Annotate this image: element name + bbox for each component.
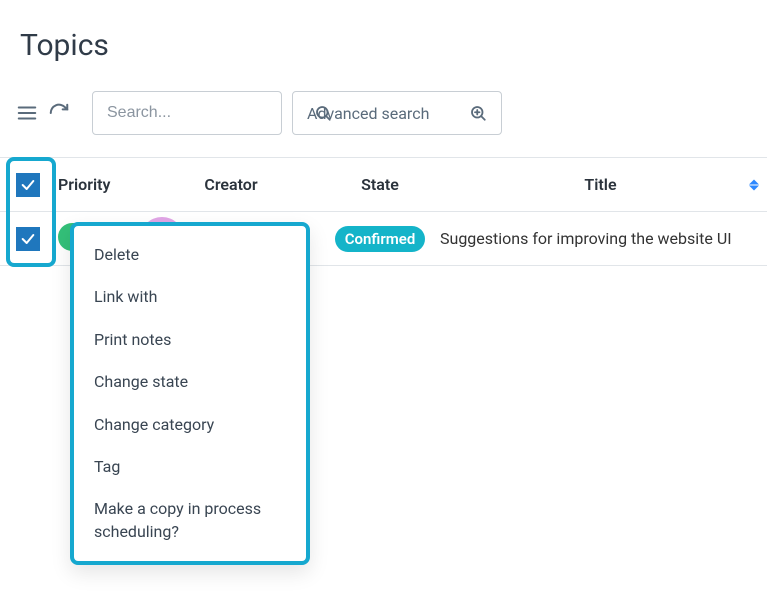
sort-indicator-icon	[749, 179, 761, 190]
search-input[interactable]	[107, 104, 314, 122]
refresh-icon[interactable]	[48, 102, 70, 124]
ctx-link-with[interactable]: Link with	[74, 276, 306, 318]
row-checkbox[interactable]	[16, 227, 40, 251]
toolbar: Advanced search	[0, 63, 767, 151]
ctx-change-state[interactable]: Change state	[74, 361, 306, 403]
col-state[interactable]: State	[326, 158, 434, 212]
advanced-search-icon	[469, 104, 487, 122]
ctx-tag[interactable]: Tag	[74, 446, 306, 488]
advanced-search-button[interactable]: Advanced search	[292, 91, 502, 135]
topic-title: Suggestions for improving the website UI	[434, 229, 767, 248]
menu-icon[interactable]	[16, 102, 38, 124]
col-priority[interactable]: Priority	[56, 158, 136, 212]
table-header-row: Priority Creator State Title	[0, 158, 767, 212]
ctx-print-notes[interactable]: Print notes	[74, 319, 306, 361]
col-title[interactable]: Title	[434, 158, 767, 212]
context-menu: Delete Link with Print notes Change stat…	[70, 222, 310, 565]
search-input-wrap[interactable]	[92, 91, 282, 135]
page-title: Topics	[0, 0, 767, 63]
col-creator[interactable]: Creator	[136, 158, 326, 212]
ctx-delete[interactable]: Delete	[74, 234, 306, 276]
ctx-change-category[interactable]: Change category	[74, 404, 306, 446]
col-title-label: Title	[584, 175, 616, 194]
advanced-search-label: Advanced search	[307, 104, 469, 123]
ctx-make-copy[interactable]: Make a copy in process scheduling?	[74, 488, 306, 553]
state-badge: Confirmed	[335, 226, 426, 252]
select-all-checkbox[interactable]	[16, 173, 40, 197]
